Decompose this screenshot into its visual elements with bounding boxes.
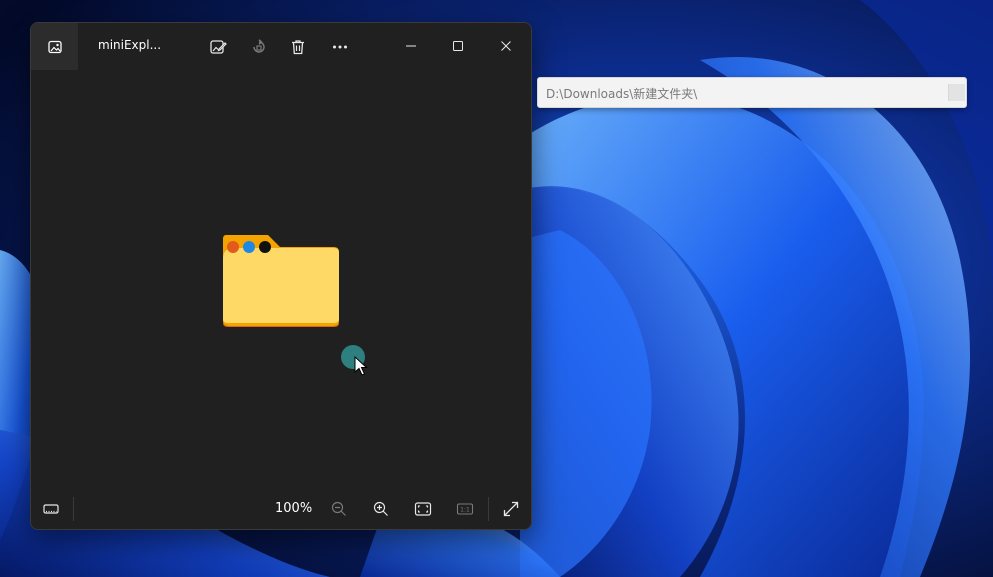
photo-viewer-window: miniExpl... 100% 1:1 bbox=[30, 22, 532, 530]
zoom-level: 100% bbox=[275, 501, 313, 516]
folder-dot-black bbox=[259, 241, 271, 253]
minimize-icon[interactable] bbox=[388, 23, 434, 69]
folder-dot-blue bbox=[243, 241, 255, 253]
address-bar-button[interactable] bbox=[948, 84, 965, 101]
photos-app-icon[interactable] bbox=[31, 23, 78, 70]
edit-image-icon[interactable] bbox=[204, 33, 232, 61]
image-canvas[interactable] bbox=[31, 70, 531, 489]
delete-icon[interactable] bbox=[284, 33, 312, 61]
title-bar: miniExpl... bbox=[31, 23, 531, 70]
divider bbox=[73, 497, 74, 521]
mouse-cursor-icon bbox=[354, 356, 368, 376]
more-icon[interactable] bbox=[326, 33, 354, 61]
close-icon[interactable] bbox=[483, 23, 529, 69]
maximize-icon[interactable] bbox=[435, 23, 481, 69]
divider bbox=[488, 497, 489, 521]
folder-icon bbox=[223, 235, 339, 327]
bottom-toolbar: 100% 1:1 bbox=[31, 489, 531, 529]
zoom-out-icon[interactable] bbox=[325, 495, 353, 523]
fit-to-window-icon[interactable] bbox=[409, 495, 437, 523]
desktop: miniExpl... 100% 1:1 D:\Downloads\新建文件夹\ bbox=[0, 0, 993, 577]
path-text: D:\Downloads\新建文件夹\ bbox=[546, 87, 698, 101]
window-title: miniExpl... bbox=[98, 38, 162, 52]
zoom-in-icon[interactable] bbox=[367, 495, 395, 523]
filmstrip-icon[interactable] bbox=[37, 495, 65, 523]
folder-dot-orange bbox=[227, 241, 239, 253]
fullscreen-icon[interactable] bbox=[497, 495, 525, 523]
rotate-icon[interactable] bbox=[245, 33, 273, 61]
path-address-bar[interactable]: D:\Downloads\新建文件夹\ bbox=[537, 77, 967, 108]
svg-text:1:1: 1:1 bbox=[460, 507, 470, 514]
actual-size-icon[interactable]: 1:1 bbox=[451, 495, 479, 523]
